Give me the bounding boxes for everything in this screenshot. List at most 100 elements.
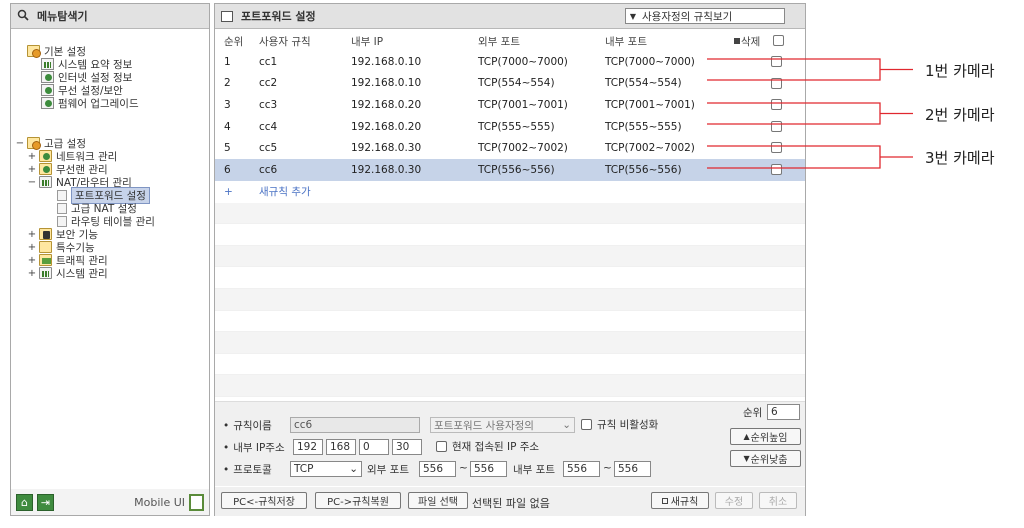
cell-internal-ip: 192.168.0.30	[351, 142, 422, 155]
rule-view-value: 사용자정의 규칙보기	[642, 10, 733, 23]
restore-from-pc-button[interactable]: PC->규칙복원	[315, 492, 401, 509]
arrow-up-icon: ▲	[743, 432, 750, 441]
cell-external-port: TCP(7000~7000)	[478, 55, 568, 68]
cell-order: 6	[224, 163, 231, 176]
collapse-icon[interactable]: −	[15, 138, 25, 149]
cell-internal-port: TCP(7002~7002)	[605, 142, 695, 155]
tree-firmware-upgrade[interactable]: 펌웨어 업그레이드	[41, 96, 139, 110]
delete-checkbox[interactable]	[771, 56, 782, 67]
expand-icon[interactable]: +	[27, 255, 37, 266]
rule-type-value: 포트포워드 사용자정의	[434, 419, 534, 432]
traffic-icon	[39, 254, 52, 266]
delete-checkbox[interactable]	[771, 99, 782, 111]
protocol-select[interactable]: TCP ⌄	[290, 461, 362, 477]
delete-label: 삭제	[741, 35, 761, 48]
cell-external-port: TCP(7001~7001)	[478, 98, 568, 111]
order-up-label: 순위높임	[750, 433, 788, 444]
ip-octet-3[interactable]: 0	[359, 439, 389, 455]
cell-external-port: TCP(556~556)	[478, 163, 555, 176]
cell-internal-port: TCP(556~556)	[605, 163, 682, 176]
internal-port-to[interactable]: 556	[614, 461, 651, 477]
protocol-value: TCP	[294, 463, 314, 475]
cell-name: cc6	[259, 163, 278, 176]
protocol-label: • 프로토콜	[223, 463, 272, 477]
add-rule-link[interactable]: + 새규칙 추가	[215, 181, 805, 203]
table-row[interactable]: 6 cc6 192.168.0.30 TCP(556~556) TCP(556~556)	[215, 158, 805, 181]
external-port-to[interactable]: 556	[470, 461, 507, 477]
empty-row	[215, 332, 805, 354]
expand-icon[interactable]: +	[27, 268, 37, 279]
table-row[interactable]: 2 cc2 192.168.0.10 TCP(554~554) TCP(554~554)	[215, 73, 805, 95]
select-all-checkbox[interactable]	[773, 35, 784, 46]
page-icon	[57, 189, 67, 201]
cell-name: cc3	[259, 98, 278, 111]
ip-octet-4[interactable]: 30	[392, 439, 422, 455]
rule-type-select[interactable]: 포트포워드 사용자정의 ⌄	[430, 417, 575, 433]
table-row[interactable]: 3 cc3 192.168.0.20 TCP(7001~7001) TCP(7001~7…	[215, 94, 805, 116]
collapse-icon[interactable]: −	[27, 177, 37, 188]
camera-label: 3번 카메라	[925, 149, 995, 167]
no-file-label: 선택된 파일 없음	[472, 497, 550, 510]
cell-order: 2	[224, 77, 231, 90]
tilde-separator: ~	[459, 462, 468, 474]
menu-navigator: 메뉴탐색기 기본 설정 시스템 요약 정보 인터넷 설정 정보 무선 설정/보안…	[10, 3, 210, 516]
router-folder-icon	[39, 176, 52, 188]
table-header: 순위 사용자 규칙 내부 IP 외부 포트 내부 포트 삭제	[215, 31, 805, 51]
new-rule-button[interactable]: 새규칙	[651, 492, 709, 509]
logout-icon[interactable]: ⇥	[37, 493, 54, 511]
globe-icon	[41, 71, 54, 83]
delete-checkbox[interactable]	[771, 163, 782, 175]
order-input[interactable]: 6	[767, 404, 800, 420]
ip-octet-2[interactable]: 168	[326, 439, 356, 455]
cell-name: cc1	[259, 55, 278, 68]
mobile-ui-link[interactable]: Mobile UI	[134, 496, 185, 509]
table-row[interactable]: 1 cc1 192.168.0.10 TCP(7000~7000) TCP(7000~7…	[215, 51, 805, 73]
delete-checkbox[interactable]	[771, 120, 782, 132]
empty-row	[215, 354, 805, 376]
order-down-label: 순위낮춤	[750, 455, 788, 466]
tree-system[interactable]: + 시스템 관리	[27, 266, 108, 280]
empty-row	[215, 375, 805, 397]
delete-checkbox[interactable]	[771, 77, 782, 89]
empty-row	[215, 202, 805, 225]
external-port-label: 외부 포트	[367, 464, 409, 476]
col-delete: 삭제	[734, 34, 760, 49]
expand-icon[interactable]: +	[27, 164, 37, 175]
current-ip-checkbox[interactable]	[436, 441, 447, 452]
wireless-icon	[41, 84, 54, 96]
wireless-folder-icon	[39, 163, 52, 175]
table-row[interactable]: 4 cc4 192.168.0.20 TCP(555~555) TCP(555~555)	[215, 116, 805, 138]
internal-port-from[interactable]: 556	[563, 461, 600, 477]
file-select-button[interactable]: 파일 선택	[408, 492, 468, 509]
window-icon	[221, 10, 233, 22]
chevron-down-icon: ⌄	[562, 419, 571, 431]
expand-icon[interactable]: +	[27, 151, 37, 162]
modify-button[interactable]: 수정	[715, 492, 753, 509]
cancel-button[interactable]: 취소	[759, 492, 797, 509]
page-icon	[57, 202, 67, 214]
external-port-from[interactable]: 556	[419, 461, 456, 477]
order-down-button[interactable]: ▼ 순위낮춤	[730, 450, 801, 467]
expand-icon[interactable]: +	[27, 229, 37, 240]
disable-rule-checkbox[interactable]	[581, 419, 592, 430]
arrow-down-icon: ▼	[743, 454, 750, 463]
delete-checkbox[interactable]	[771, 142, 782, 154]
home-icon[interactable]: ⌂	[16, 493, 33, 511]
mobile-icon[interactable]	[189, 493, 204, 511]
cell-name: cc4	[259, 120, 278, 133]
port-forward-panel: 포트포워드 설정 ▼ 사용자정의 규칙보기 순위 사용자 규칙 내부 IP 외부…	[214, 3, 806, 516]
page-icon	[57, 215, 67, 227]
ip-octet-1[interactable]: 192	[293, 439, 323, 455]
empty-row	[215, 267, 805, 289]
expand-icon[interactable]: +	[27, 242, 37, 253]
rule-name-input[interactable]: cc6	[290, 417, 420, 433]
rule-view-select[interactable]: ▼ 사용자정의 규칙보기	[625, 8, 785, 24]
save-to-pc-button[interactable]: PC<-규칙저장	[221, 492, 307, 509]
chart-icon	[41, 58, 54, 70]
order-up-button[interactable]: ▲ 순위높임	[730, 428, 801, 445]
empty-rows	[215, 202, 805, 397]
cell-name: cc2	[259, 77, 278, 90]
system-folder-icon	[39, 267, 52, 279]
table-row[interactable]: 5 cc5 192.168.0.30 TCP(7002~7002) TCP(7002~7…	[215, 137, 805, 159]
add-rule-label: 새규칙 추가	[259, 186, 311, 199]
